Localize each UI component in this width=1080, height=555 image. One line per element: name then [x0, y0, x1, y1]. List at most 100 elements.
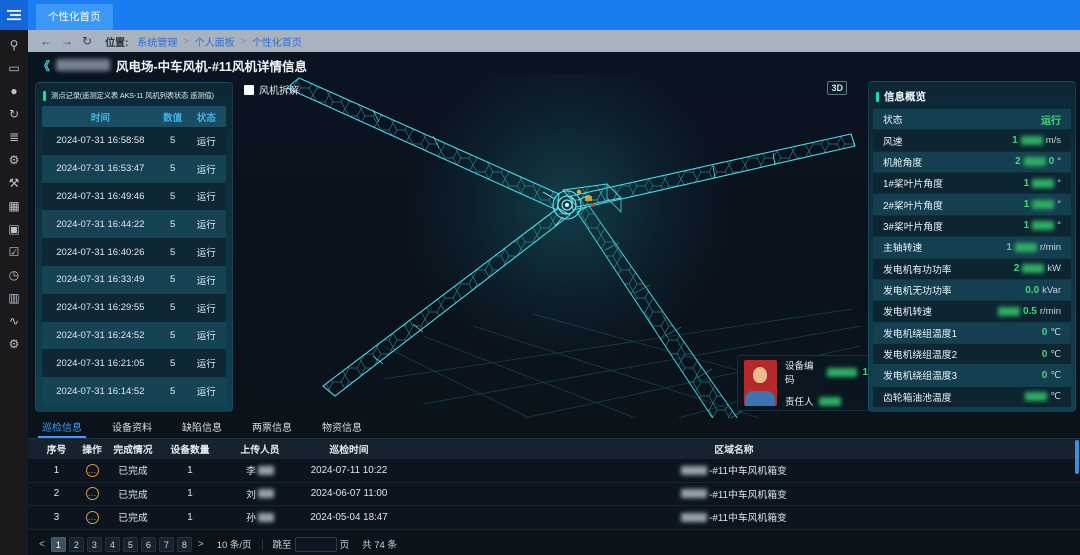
info-value: 1m/s [1012, 135, 1061, 146]
tab-两票信息[interactable]: 两票信息 [252, 419, 292, 438]
info-row: 1#桨叶片角度1° [873, 173, 1071, 193]
redacted-farm-name [56, 59, 110, 71]
disassemble-checkbox[interactable] [244, 85, 254, 95]
archive-icon[interactable]: ≣ [9, 131, 19, 143]
redacted-name [258, 489, 274, 498]
page-button-6[interactable]: 6 [141, 537, 156, 552]
page-button-8[interactable]: 8 [177, 537, 192, 552]
measurement-cell: 运行 [186, 245, 226, 259]
app-window: 个性化首页 ←→↻ 位置: 系统管理>个人面板>个性化首页 ⚲▭●↻≣⚙⚒▦▣☑… [0, 0, 1080, 555]
gear-icon[interactable]: ⚙ [9, 154, 20, 166]
page-button-1[interactable]: 1 [51, 537, 66, 552]
row-op: … [78, 511, 106, 524]
package-icon[interactable]: ▣ [8, 223, 19, 235]
info-value-prefix: 1 [1024, 178, 1030, 189]
measurement-cell: 2024-07-31 16:14:52 [42, 386, 159, 397]
tab-personal-home[interactable]: 个性化首页 [36, 4, 113, 30]
next-page-button[interactable]: > [195, 539, 207, 550]
breadcrumb-item-2[interactable]: 个性化首页 [252, 34, 302, 49]
table-row[interactable]: 3…已完成1孙2024-05-04 18:47-#11中车风机箱变 [28, 506, 1080, 530]
info-label: 状态 [883, 112, 903, 126]
measurement-row[interactable]: 2024-07-31 16:49:465运行 [42, 183, 226, 211]
measurement-row[interactable]: 2024-07-31 16:44:225运行 [42, 210, 226, 238]
breadcrumb-item-1[interactable]: 个人面板 [195, 34, 235, 49]
page-button-5[interactable]: 5 [123, 537, 138, 552]
vertical-scrollbar[interactable] [1075, 440, 1079, 474]
pagination-bar: < 12345678 > 10 条/页 跳至 页 共 74 条 [28, 533, 1080, 555]
turbine-3d-viewer[interactable]: 风机拆解 3D 设备编码 1 责任人 [233, 74, 865, 418]
page-button-2[interactable]: 2 [69, 537, 84, 552]
tab-设备资料[interactable]: 设备资料 [112, 419, 152, 438]
measurement-cell: 2024-07-31 16:33:49 [42, 274, 159, 285]
prev-page-button[interactable]: < [36, 539, 48, 550]
device-owner-card: 设备编码 1 责任人 [737, 355, 875, 411]
sync-icon[interactable]: ↻ [9, 108, 19, 120]
measurement-row[interactable]: 2024-07-31 16:29:555运行 [42, 294, 226, 322]
redacted-value [1022, 264, 1044, 273]
bottom-col-header: 操作 [78, 442, 106, 456]
view-mode-3d-button[interactable]: 3D [827, 81, 847, 95]
more-actions-icon[interactable]: … [86, 487, 99, 500]
disassemble-toggle[interactable]: 风机拆解 [244, 82, 299, 97]
row-time: 2024-05-04 18:47 [300, 512, 398, 523]
back-icon[interactable]: ← [40, 35, 52, 47]
measurement-row[interactable]: 2024-07-31 16:33:495运行 [42, 266, 226, 294]
row-status: 已完成 [106, 463, 160, 477]
table-row[interactable]: 2…已完成1刘2024-06-07 11:00-#11中车风机箱变 [28, 483, 1080, 507]
record-icon[interactable]: ● [10, 85, 17, 97]
measurement-cell: 运行 [186, 356, 226, 370]
signal-icon[interactable]: ∿ [9, 315, 19, 327]
refresh-icon[interactable]: ↻ [82, 35, 92, 47]
measurement-cell: 2024-07-31 16:58:58 [42, 135, 159, 146]
pager-divider [262, 539, 263, 550]
table-row[interactable]: 1…已完成1李2024-07-11 10:22-#11中车风机箱变 [28, 459, 1080, 483]
measurement-col-header: 状态 [186, 110, 226, 124]
collapse-icon[interactable]: 《 [38, 57, 50, 74]
tools-icon[interactable]: ⚒ [9, 177, 20, 189]
measurement-row[interactable]: 2024-07-31 16:14:525运行 [42, 377, 226, 405]
measurement-row[interactable]: 2024-07-31 16:58:585运行 [42, 127, 226, 155]
row-area: -#11中车风机箱变 [398, 487, 1070, 501]
measurement-panel: 测点记录(遥测定义表 AKS-11 风机列表状态 遥测值) 时间数值状态 202… [35, 82, 233, 412]
tab-缺陷信息[interactable]: 缺陷信息 [182, 419, 222, 438]
measurement-table-header: 时间数值状态 [42, 106, 226, 127]
page-button-4[interactable]: 4 [105, 537, 120, 552]
measurement-row[interactable]: 2024-07-31 16:53:475运行 [42, 155, 226, 183]
search-icon[interactable]: ⚲ [10, 39, 19, 51]
page-button-7[interactable]: 7 [159, 537, 174, 552]
folder-icon[interactable]: ▭ [8, 62, 19, 74]
more-actions-icon[interactable]: … [86, 511, 99, 524]
jump-page-input[interactable] [295, 537, 337, 552]
tab-物资信息[interactable]: 物资信息 [322, 419, 362, 438]
measurement-row[interactable]: 2024-07-31 16:21:055运行 [42, 349, 226, 377]
measurement-cell: 运行 [186, 328, 226, 342]
redacted-name [258, 466, 274, 475]
menu-toggle-icon[interactable] [0, 0, 28, 30]
card-icon[interactable]: ▥ [8, 292, 19, 304]
more-actions-icon[interactable]: … [86, 464, 99, 477]
measurement-cell: 2024-07-31 16:40:26 [42, 247, 159, 258]
info-row: 发电机无功功率0.0kVar [873, 280, 1071, 300]
nav-icons: ← → ↻ [40, 35, 92, 47]
measurement-row[interactable]: 2024-07-31 16:24:525运行 [42, 322, 226, 350]
shield-check-icon[interactable]: ☑ [9, 246, 20, 258]
breadcrumb-item-0[interactable]: 系统管理 [137, 34, 177, 49]
info-label: 主轴转速 [883, 240, 922, 254]
settings-search-icon[interactable]: ⚙ [9, 338, 20, 350]
info-panel-title: 信息概览 [884, 89, 926, 104]
page-button-3[interactable]: 3 [87, 537, 102, 552]
info-value-prefix: 1 [1024, 199, 1030, 210]
measurement-panel-header: 测点记录(遥测定义表 AKS-11 风机列表状态 遥测值) [36, 83, 232, 106]
measurement-cell: 5 [159, 358, 187, 369]
clock-icon[interactable]: ◷ [9, 269, 19, 281]
forward-icon[interactable]: → [61, 35, 73, 47]
grid-icon[interactable]: ▦ [8, 200, 19, 212]
info-unit: kW [1047, 263, 1061, 274]
info-value: 0℃ [1042, 349, 1061, 360]
device-code-row: 设备编码 1 [785, 358, 868, 386]
redacted-value [1015, 243, 1037, 252]
page-buttons: 12345678 [51, 537, 192, 552]
tab-巡检信息[interactable]: 巡检信息 [42, 419, 82, 438]
total-count-label: 共 74 条 [362, 537, 397, 551]
measurement-row[interactable]: 2024-07-31 16:40:265运行 [42, 238, 226, 266]
